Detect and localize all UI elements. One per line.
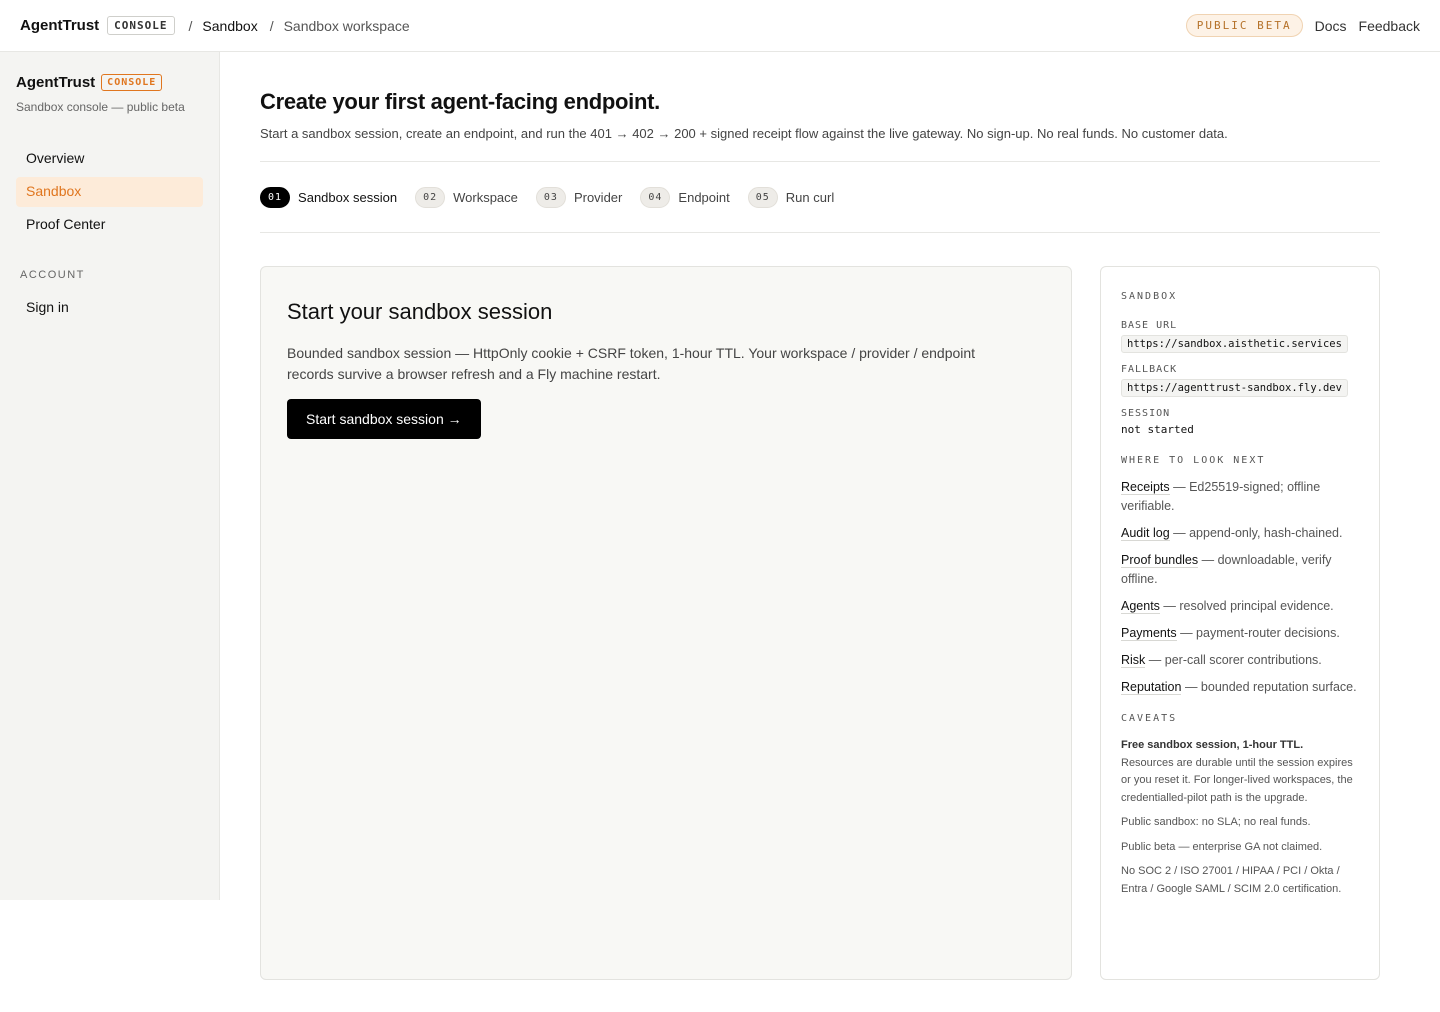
look-next-list: Receipts — Ed25519-signed; offline verif…: [1121, 478, 1359, 697]
sidebar-subtitle: Sandbox console — public beta: [16, 100, 185, 114]
breadcrumb-separator: /: [269, 17, 274, 34]
session-status: not started: [1121, 423, 1194, 436]
sidebar-item-overview[interactable]: Overview: [16, 144, 203, 174]
sidebar-console-tag: CONSOLE: [101, 74, 163, 91]
topbar-actions: PUBLIC BETA Docs Feedback: [1185, 14, 1420, 37]
sidebar-item-sign-in[interactable]: Sign in: [16, 293, 203, 323]
caveats-heading: CAVEATS: [1121, 713, 1178, 724]
step-number: 03: [535, 186, 566, 208]
step-number: 04: [640, 186, 671, 208]
docs-link[interactable]: Docs: [1315, 18, 1347, 34]
divider: [260, 232, 1380, 233]
brand-name[interactable]: AgentTrust: [20, 17, 99, 34]
sidebar-brand-name: AgentTrust: [16, 74, 96, 91]
item-description: — resolved principal evidence.: [1159, 599, 1334, 613]
sidebar-nav: Overview Sandbox Proof Center: [16, 144, 203, 240]
item-description: — bounded reputation surface.: [1181, 680, 1357, 694]
list-item: Agents — resolved principal evidence.: [1121, 597, 1359, 616]
audit-log-link[interactable]: Audit log: [1121, 526, 1170, 541]
list-item: Payments — payment-router decisions.: [1121, 624, 1359, 643]
session-label: SESSION: [1121, 408, 1171, 419]
step-label: Sandbox session: [298, 189, 398, 205]
sidebar-item-sandbox[interactable]: Sandbox: [16, 177, 203, 207]
breadcrumb-separator: /: [188, 17, 193, 34]
item-description: — append-only, hash-chained.: [1169, 526, 1343, 540]
proof-bundles-link[interactable]: Proof bundles: [1121, 553, 1199, 568]
step-run-curl[interactable]: 05 Run curl: [747, 186, 835, 208]
caveat-item: Public beta — enterprise GA not claimed.: [1121, 840, 1323, 853]
caveat-item: No SOC 2 / ISO 27001 / HIPAA / PCI / Okt…: [1121, 865, 1342, 895]
caveat-text: Resources are durable until the session …: [1121, 756, 1353, 804]
caveat-item: Public sandbox: no SLA; no real funds.: [1121, 816, 1311, 828]
sidebar-account-nav: Sign in: [16, 293, 203, 323]
top-bar: AgentTrust CONSOLE / Sandbox / Sandbox w…: [0, 0, 1440, 52]
list-item: Reputation — bounded reputation surface.: [1121, 678, 1359, 697]
base-url-value: https://sandbox.aisthetic.services: [1121, 335, 1348, 353]
session-card: Start your sandbox session Bounded sandb…: [260, 266, 1072, 980]
receipts-link[interactable]: Receipts: [1121, 480, 1170, 495]
card-description: Bounded sandbox session — HttpOnly cooki…: [287, 345, 976, 382]
step-label: Endpoint: [678, 189, 730, 205]
breadcrumb-current: Sandbox workspace: [283, 17, 410, 34]
step-endpoint[interactable]: 04 Endpoint: [640, 186, 730, 208]
caveat-item: Free sandbox session, 1-hour TTL. Resourc…: [1121, 737, 1359, 807]
sidebar-section-account: ACCOUNT: [20, 269, 85, 281]
console-tag: CONSOLE: [107, 16, 175, 35]
sidebar-item-proof-center[interactable]: Proof Center: [16, 210, 203, 240]
sidebar: AgentTrust CONSOLE Sandbox console — pub…: [0, 52, 220, 900]
step-number: 01: [260, 186, 291, 208]
agents-link[interactable]: Agents: [1121, 599, 1160, 614]
step-provider[interactable]: 03 Provider: [535, 186, 623, 208]
reputation-link[interactable]: Reputation: [1121, 680, 1182, 695]
sidebar-brand: AgentTrust CONSOLE: [16, 74, 203, 91]
card-title: Start your sandbox session: [287, 299, 553, 324]
step-label: Run curl: [785, 189, 835, 205]
base-url-label: BASE URL: [1121, 320, 1178, 331]
list-item: Receipts — Ed25519-signed; offline verif…: [1121, 478, 1359, 516]
item-description: — payment-router decisions.: [1176, 626, 1340, 640]
step-number: 02: [415, 186, 446, 208]
stepper: 01 Sandbox session 02 Workspace 03 Provi…: [260, 162, 1380, 232]
payments-link[interactable]: Payments: [1121, 626, 1177, 641]
look-next-heading: WHERE TO LOOK NEXT: [1121, 455, 1266, 466]
step-sandbox-session[interactable]: 01 Sandbox session: [260, 186, 398, 208]
panel-heading: SANDBOX: [1121, 291, 1178, 302]
item-description: — per-call scorer contributions.: [1145, 653, 1322, 667]
start-session-button[interactable]: Start sandbox session →: [287, 399, 481, 439]
step-label: Workspace: [453, 189, 518, 205]
caveat-bold: Free sandbox session, 1-hour TTL.: [1121, 739, 1304, 751]
fallback-value: https://agenttrust-sandbox.fly.dev: [1121, 379, 1348, 397]
list-item: Risk — per-call scorer contributions.: [1121, 651, 1359, 670]
fallback-label: FALLBACK: [1121, 364, 1178, 375]
main-content: Create your first agent-facing endpoint.…: [260, 52, 1380, 980]
feedback-link[interactable]: Feedback: [1359, 18, 1420, 34]
page-title: Create your first agent-facing endpoint.: [260, 89, 660, 114]
list-item: Proof bundles — downloadable, verify off…: [1121, 551, 1359, 589]
page-intro: Start a sandbox session, create an endpo…: [260, 126, 1228, 141]
public-beta-badge: PUBLIC BETA: [1185, 14, 1303, 37]
sandbox-info-panel: SANDBOX BASE URL https://sandbox.aisthet…: [1100, 266, 1380, 980]
step-workspace[interactable]: 02 Workspace: [415, 186, 518, 208]
breadcrumb-sandbox[interactable]: Sandbox: [202, 18, 257, 34]
risk-link[interactable]: Risk: [1121, 653, 1146, 668]
step-number: 05: [747, 186, 778, 208]
step-label: Provider: [573, 189, 623, 205]
list-item: Audit log — append-only, hash-chained.: [1121, 524, 1359, 543]
caveats-list: Free sandbox session, 1-hour TTL. Resourc…: [1121, 737, 1359, 898]
